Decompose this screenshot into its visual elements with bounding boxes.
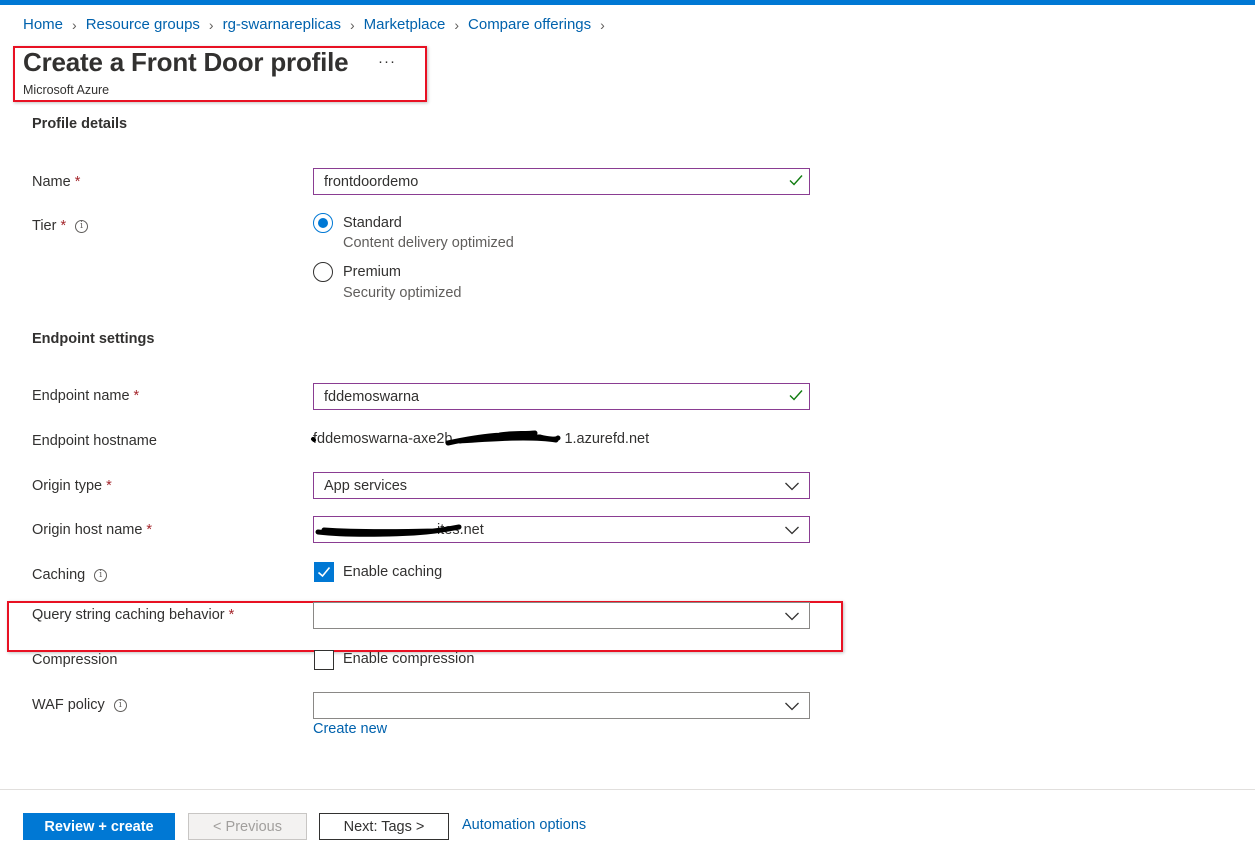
query-string-caching-label-text: Query string caching behavior: [32, 607, 225, 623]
origin-host-name-label: Origin host name *: [32, 522, 152, 538]
chevron-right-icon: ›: [208, 16, 214, 33]
origin-type-label: Origin type *: [32, 478, 112, 494]
redaction-scribble: [311, 430, 561, 446]
page-subtitle: Microsoft Azure: [23, 83, 110, 97]
previous-button[interactable]: < Previous: [188, 813, 307, 840]
breadcrumb-compare-offerings[interactable]: Compare offerings: [468, 16, 591, 33]
more-options-button[interactable]: ···: [378, 53, 396, 70]
compression-label-text: Compression: [32, 652, 118, 668]
endpoint-hostname-label-text: Endpoint hostname: [32, 433, 157, 449]
endpoint-name-input-value: fddemoswarna: [324, 388, 420, 405]
required-marker: *: [146, 522, 153, 538]
name-input[interactable]: frontdoordemo: [313, 168, 810, 195]
enable-caching-label[interactable]: Enable caching: [343, 564, 442, 580]
tier-premium-description: Security optimized: [343, 285, 462, 301]
origin-host-name-label-text: Origin host name: [32, 522, 143, 538]
chevron-right-icon: ›: [600, 16, 605, 33]
required-marker: *: [60, 218, 67, 234]
required-marker: *: [133, 388, 140, 404]
breadcrumb-resource-groups[interactable]: Resource groups: [86, 16, 200, 33]
name-label: Name *: [32, 174, 80, 190]
info-icon[interactable]: i: [94, 568, 108, 582]
redaction-scribble: [315, 524, 462, 537]
info-icon[interactable]: i: [75, 219, 89, 233]
tier-label: Tier * i: [32, 218, 89, 234]
chevron-down-icon: [785, 612, 799, 621]
checkmark-icon: [317, 566, 331, 578]
origin-type-label-text: Origin type: [32, 478, 103, 494]
breadcrumb-marketplace[interactable]: Marketplace: [364, 16, 446, 33]
check-icon: [789, 175, 803, 186]
tier-standard-label[interactable]: Standard: [343, 215, 402, 231]
tier-standard-description: Content delivery optimized: [343, 235, 514, 251]
check-icon: [789, 390, 803, 401]
caching-label: Caching i: [32, 567, 108, 583]
tier-standard-radio[interactable]: [313, 213, 333, 233]
endpoint-name-label: Endpoint name *: [32, 388, 139, 404]
name-label-text: Name: [32, 174, 71, 190]
automation-options-link[interactable]: Automation options: [462, 817, 586, 833]
endpoint-name-label-text: Endpoint name: [32, 388, 130, 404]
chevron-down-icon: [785, 702, 799, 711]
enable-compression-checkbox[interactable]: [314, 650, 334, 670]
required-marker: *: [74, 174, 81, 190]
chevron-right-icon: ›: [454, 16, 460, 33]
endpoint-hostname-label: Endpoint hostname: [32, 433, 157, 449]
info-icon[interactable]: i: [113, 698, 127, 712]
waf-policy-select[interactable]: [313, 692, 810, 719]
create-new-waf-link[interactable]: Create new: [313, 721, 387, 737]
tier-premium-label[interactable]: Premium: [343, 264, 401, 280]
tier-label-text: Tier: [32, 218, 57, 234]
required-marker: *: [106, 478, 112, 494]
breadcrumb: Home › Resource groups › rg-swarnareplic…: [23, 16, 614, 33]
breadcrumb-home[interactable]: Home: [23, 16, 63, 33]
footer-divider: [0, 789, 1255, 790]
endpoint-name-input[interactable]: fddemoswarna: [313, 383, 810, 410]
next-tags-button[interactable]: Next: Tags >: [319, 813, 449, 840]
name-input-value: frontdoordemo: [324, 173, 419, 190]
tier-premium-radio[interactable]: [313, 262, 333, 282]
caching-label-text: Caching: [32, 567, 86, 583]
breadcrumb-resource-group[interactable]: rg-swarnareplicas: [223, 16, 341, 33]
origin-type-value: App services: [324, 477, 408, 494]
portal-top-bar: [0, 0, 1255, 5]
chevron-right-icon: ›: [72, 16, 77, 33]
compression-label: Compression: [32, 652, 117, 668]
waf-policy-label: WAF policy i: [32, 697, 127, 713]
enable-compression-label[interactable]: Enable compression: [343, 651, 474, 667]
query-string-caching-select[interactable]: [313, 602, 810, 629]
section-profile-details: Profile details: [32, 116, 128, 132]
page-title: Create a Front Door profile: [23, 47, 349, 77]
chevron-right-icon: ›: [349, 16, 355, 33]
required-marker: *: [228, 607, 235, 623]
waf-policy-label-text: WAF policy: [32, 697, 105, 713]
query-string-caching-label: Query string caching behavior *: [32, 607, 234, 623]
origin-type-select[interactable]: App services: [313, 472, 810, 499]
chevron-down-icon: [785, 482, 799, 491]
section-endpoint-settings: Endpoint settings: [32, 331, 155, 347]
enable-caching-checkbox[interactable]: [314, 562, 334, 582]
review-create-button[interactable]: Review + create: [23, 813, 175, 840]
chevron-down-icon: [785, 526, 799, 535]
